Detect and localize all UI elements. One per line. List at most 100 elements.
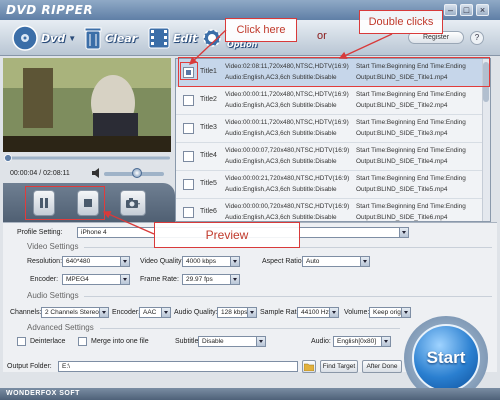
title-checkbox[interactable] — [183, 179, 194, 190]
browse-folder-button[interactable] — [302, 360, 316, 373]
frame-rate-select[interactable]: 29.97 fps — [182, 274, 240, 285]
register-label: Register — [422, 34, 450, 41]
output-folder-input[interactable]: E:\ — [58, 361, 298, 372]
subtitle-label: Subtitle: — [175, 338, 201, 345]
title-row-4[interactable]: Title4 Video:00:00:07,720x480,NTSC,HDTV(… — [176, 143, 482, 171]
gear-icon — [203, 29, 221, 47]
title-checkbox[interactable] — [183, 123, 194, 134]
aspect-ratio-label: Aspect Ratio: — [262, 258, 304, 265]
merge-label: Merge into one file — [91, 338, 149, 345]
after-done-button[interactable]: After Done — [362, 360, 402, 373]
dvd-button[interactable]: Dvd ▼ — [12, 22, 76, 54]
audio-encoder-select[interactable]: AAC — [139, 307, 171, 318]
resolution-select[interactable]: 640*480 — [62, 256, 130, 267]
chevron-down-icon — [329, 308, 338, 317]
resolution-value: 640*480 — [66, 258, 91, 265]
start-button[interactable]: Start — [412, 324, 480, 392]
close-button[interactable]: × — [476, 4, 489, 16]
title-row-3[interactable]: Title3 Video:00:00:11,720x480,NTSC,HDTV(… — [176, 115, 482, 143]
title-checkbox[interactable] — [183, 151, 194, 162]
frame-rate-value: 29.97 fps — [186, 276, 213, 283]
highlight-title1-row — [178, 57, 490, 87]
maximize-button[interactable]: □ — [460, 4, 473, 16]
title-name: Title2 — [200, 96, 217, 103]
annotation-preview: Preview — [154, 222, 300, 248]
channels-label: Channels: — [10, 309, 42, 316]
channels-select[interactable]: 2 Channels Stereo — [41, 307, 109, 318]
title-time-range: Start Time:Beginning End Time:Ending — [356, 147, 466, 154]
audio-quality-select[interactable]: 128 kbps — [217, 307, 257, 318]
camera-icon — [126, 198, 140, 208]
chevron-down-icon — [99, 308, 108, 317]
snapshot-button[interactable] — [120, 190, 146, 216]
audio-quality-value: 128 kbps — [221, 309, 248, 316]
preview-frame — [3, 58, 171, 152]
video-settings-header: Video Settings — [27, 242, 79, 251]
subtitle-select[interactable]: Disable — [198, 336, 266, 347]
title-output: Output:BLIND_SIDE_Title5.mp4 — [356, 186, 448, 193]
profile-value: iPhone 4 — [81, 229, 107, 236]
speaker-icon[interactable] — [91, 168, 102, 178]
title-row-5[interactable]: Title5 Video:00:00:21,720x480,NTSC,HDTV(… — [176, 171, 482, 199]
seek-bar[interactable] — [4, 154, 170, 162]
title-name: Title4 — [200, 152, 217, 159]
audio-encoder-value: AAC — [143, 309, 157, 316]
annotation-preview-text: Preview — [205, 228, 249, 242]
output-folder-value: E:\ — [62, 363, 70, 370]
chevron-down-icon — [230, 257, 239, 266]
edit-button[interactable]: Edit — [148, 22, 197, 54]
volume-thumb[interactable] — [132, 168, 142, 178]
find-target-button[interactable]: Find Target — [320, 360, 358, 373]
title-row-2[interactable]: Title2 Video:00:00:11,720x480,NTSC,HDTV(… — [176, 87, 482, 115]
audio-track-select[interactable]: English[0x80] — [333, 336, 391, 347]
annotation-double-clicks-text: Double clicks — [368, 16, 434, 28]
annotation-double-clicks: Double clicks — [359, 10, 443, 34]
deinterlace-label: Deinterlace — [30, 338, 66, 345]
audio-quality-label: Audio Quality: — [174, 309, 218, 316]
aspect-ratio-select[interactable]: Auto — [302, 256, 370, 267]
video-quality-select[interactable]: 4000 kbps — [182, 256, 240, 267]
title-time-range: Start Time:Beginning End Time:Ending — [356, 119, 466, 126]
title-audio-info: Audio:English,AC3,6ch Subtitle:Disable — [225, 158, 337, 165]
subtitle-value: Disable — [202, 338, 224, 345]
chevron-down-icon: ▼ — [68, 33, 77, 43]
app-title: DVD RIPPER — [6, 3, 94, 17]
title-checkbox[interactable] — [183, 207, 194, 218]
video-quality-label: Video Quality: — [140, 258, 184, 265]
highlight-title1-checkbox — [180, 62, 198, 80]
title-name: Title6 — [200, 208, 217, 215]
merge-checkbox[interactable] — [78, 337, 87, 346]
chevron-down-icon — [230, 275, 239, 284]
frame-rate-label: Frame Rate: — [140, 276, 179, 283]
sample-rate-select[interactable]: 44100 Hz — [297, 307, 339, 318]
clear-label: Clear — [105, 31, 138, 45]
title-name: Title3 — [200, 124, 217, 131]
audio-track-label: Audio: — [311, 338, 331, 345]
minimize-button[interactable]: – — [444, 4, 457, 16]
chevron-down-icon — [381, 337, 390, 346]
title-time-range: Start Time:Beginning End Time:Ending — [356, 175, 466, 182]
title-audio-info: Audio:English,AC3,6ch Subtitle:Disable — [225, 186, 337, 193]
title-audio-info: Audio:English,AC3,6ch Subtitle:Disable — [225, 214, 337, 221]
title-row-6[interactable]: Title6 Video:00:00:00,720x480,NTSC,HDTV(… — [176, 199, 482, 221]
logo-icon: ? — [470, 31, 484, 45]
title-name: Title5 — [200, 180, 217, 187]
seek-thumb[interactable] — [4, 154, 12, 162]
encoder-value: MPEG4 — [66, 276, 89, 283]
deinterlace-checkbox[interactable] — [17, 337, 26, 346]
audio-track-value: English[0x80] — [337, 338, 377, 345]
audio-encoder-label: Encoder: — [112, 309, 141, 316]
folder-icon — [303, 363, 315, 372]
title-checkbox[interactable] — [183, 95, 194, 106]
resolution-label: Resolution: — [27, 258, 63, 265]
video-preview — [3, 58, 171, 152]
title-output: Output:BLIND_SIDE_Title2.mp4 — [356, 102, 448, 109]
encoder-select[interactable]: MPEG4 — [62, 274, 130, 285]
volume-select[interactable]: Keep origina — [369, 307, 411, 318]
clear-button[interactable]: Clear — [84, 22, 137, 54]
title-output: Output:BLIND_SIDE_Title4.mp4 — [356, 158, 448, 165]
chevron-down-icon — [256, 337, 265, 346]
chevron-down-icon — [120, 275, 129, 284]
title-video-info: Video:00:00:07,720x480,NTSC,HDTV(16:9) — [225, 147, 350, 154]
title-video-info: Video:00:00:11,720x480,NTSC,HDTV(16:9) — [225, 119, 349, 126]
